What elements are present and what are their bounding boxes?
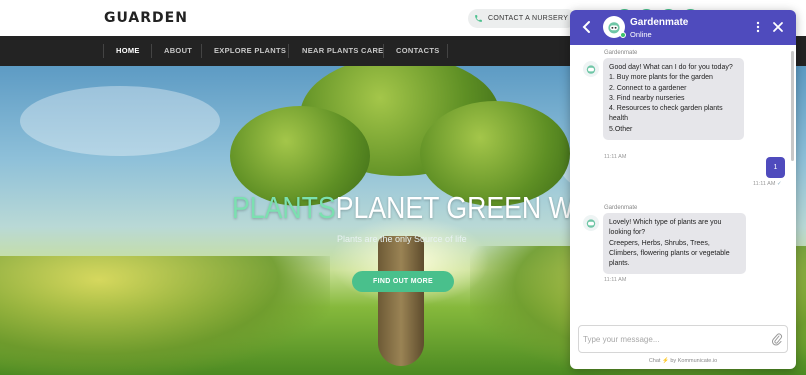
robot-icon: [586, 65, 596, 74]
message-line: Lovely! Which type of plants are you loo…: [609, 219, 722, 237]
nav-item-about[interactable]: ABOUT: [164, 36, 192, 66]
find-out-more-button[interactable]: FIND OUT MORE: [352, 271, 454, 292]
nav-divider: [447, 44, 448, 58]
message-composer: [578, 325, 788, 353]
message-time: 11:11 AM: [604, 154, 627, 160]
bot-avatar: [603, 16, 626, 38]
nav-item-home[interactable]: HOME: [116, 36, 140, 66]
message-line: Creepers, Herbs, Shrubs, Trees, Climbers…: [609, 239, 730, 268]
message-time: 11:11 AM: [604, 277, 627, 283]
contact-nursery-label: CONTACT A NURSERY: [488, 15, 569, 22]
nav-item-explore-plants[interactable]: EXPLORE PLANTS: [214, 36, 286, 66]
meadow-left: [0, 256, 330, 375]
user-message: 1: [766, 157, 785, 178]
back-arrow-icon[interactable]: [580, 19, 594, 35]
bot-status: Online: [630, 30, 652, 39]
nav-divider: [201, 44, 202, 58]
bot-avatar-small: [583, 215, 599, 231]
robot-icon: [586, 219, 596, 228]
chat-header: Gardenmate Online: [570, 10, 796, 45]
message-line: 3. Find nearby nurseries: [609, 94, 685, 102]
chat-messages[interactable]: Gardenmate Good day! What can I do for y…: [570, 45, 796, 327]
message-time: 11:11 AM ✓: [753, 181, 782, 187]
message-line: 5.Other: [609, 125, 633, 133]
nav-item-contacts[interactable]: CONTACTS: [396, 36, 440, 66]
message-input[interactable]: [583, 330, 763, 348]
message-line: 4. Resources to check garden plants heal…: [609, 105, 723, 123]
bot-name: Gardenmate: [630, 17, 689, 28]
chat-scrollbar[interactable]: [791, 51, 794, 161]
cloud-decoration: [20, 86, 220, 156]
read-receipt-icon: ✓: [776, 181, 782, 187]
nav-item-near-plants-care[interactable]: NEAR PLANTS CARE: [302, 36, 383, 66]
site-logo[interactable]: GUARDEN: [104, 10, 188, 26]
more-options-icon[interactable]: [753, 20, 763, 34]
message-line: 1. Buy more plants for the garden: [609, 74, 713, 82]
bolt-icon: ⚡: [661, 358, 669, 364]
nav-divider: [151, 44, 152, 58]
nav-divider: [103, 44, 104, 58]
contact-nursery-button[interactable]: CONTACT A NURSERY: [468, 9, 576, 28]
bot-message: Lovely! Which type of plants are you loo…: [603, 213, 746, 275]
phone-icon: [468, 9, 488, 28]
nav-divider: [383, 44, 384, 58]
chat-widget: Gardenmate Online Gardenmate Good day! W…: [570, 10, 796, 369]
close-icon[interactable]: [771, 19, 785, 35]
page: GUARDEN CONTACT A NURSERY HOME ABOUT EXP…: [0, 0, 806, 375]
bot-message: Good day! What can I do for you today? 1…: [603, 58, 744, 141]
message-line: 2. Connect to a gardener: [609, 84, 687, 92]
powered-prefix: Chat: [648, 358, 661, 364]
message-line: Good day! What can I do for you today?: [609, 64, 733, 71]
tree-trunk: [378, 236, 424, 366]
hero-subtitle: Plants are the only Source of life: [337, 234, 467, 244]
powered-suffix: by Kommunicate.io: [670, 358, 718, 364]
online-dot: [620, 32, 626, 38]
hero-title-accent: PLANTS: [232, 190, 336, 225]
message-sender: Gardenmate: [604, 205, 638, 211]
bot-avatar-small: [583, 61, 599, 77]
powered-by[interactable]: Chat ⚡ by Kommunicate.io: [570, 358, 796, 364]
attachment-icon[interactable]: [771, 333, 783, 346]
message-sender: Gardenmate: [604, 50, 638, 56]
message-time-text: 11:11 AM: [753, 181, 776, 187]
nav-divider: [288, 44, 289, 58]
